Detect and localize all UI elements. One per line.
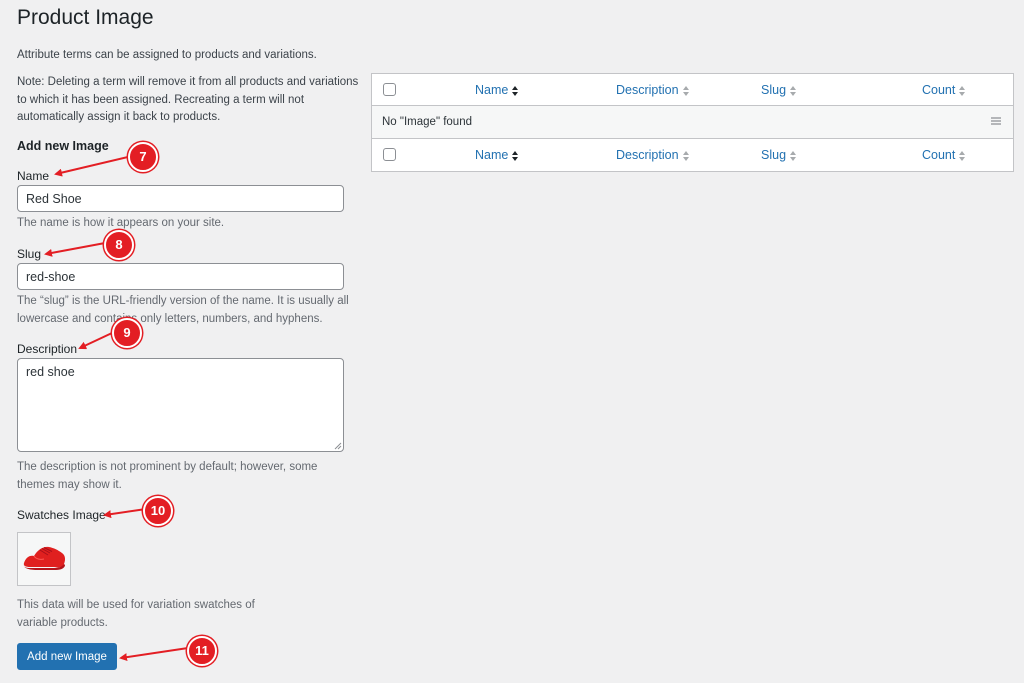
annotation-badge: 11 (187, 636, 217, 666)
column-name-label: Name (475, 83, 509, 97)
note-text: Note: Deleting a term will remove it fro… (17, 76, 359, 123)
page-title: Product Image (17, 6, 154, 29)
description-field[interactable]: red shoe (17, 358, 344, 452)
annotation-badge: 8 (104, 230, 134, 260)
column-count-label: Count (922, 148, 956, 162)
column-count[interactable]: Count (922, 83, 966, 97)
sort-arrows-icon (682, 85, 689, 96)
sort-arrows-icon (959, 85, 966, 96)
swatch-help: This data will be used for variation swa… (17, 599, 255, 629)
table-header-row: Name Description Slug Count (372, 74, 1013, 106)
table-row: No "Image" found (372, 106, 1013, 139)
select-all-checkbox[interactable] (383, 83, 396, 96)
sort-asc-icon (512, 85, 519, 96)
description-help: The description is not prominent by defa… (17, 461, 318, 491)
column-description-footer[interactable]: Description (616, 148, 690, 162)
arrow-9 (78, 332, 113, 350)
arrow-8 (44, 242, 106, 257)
terms-table: Name Description Slug Count No "Image" f… (371, 73, 1014, 172)
arrow-11 (119, 647, 189, 662)
add-new-image-button[interactable]: Add new Image (17, 643, 117, 670)
slug-help: The “slug” is the URL-friendly version o… (17, 295, 349, 325)
annotation-badge: 10 (143, 496, 173, 526)
form-heading: Add new Image (17, 139, 109, 153)
column-name-footer[interactable]: Name (475, 148, 519, 162)
sort-arrows-icon (682, 150, 689, 161)
annotation-badge: 9 (112, 318, 142, 348)
empty-message: No "Image" found (382, 116, 472, 128)
column-slug-footer[interactable]: Slug (761, 148, 797, 162)
description-label: Description (17, 342, 78, 356)
select-all-checkbox-footer[interactable] (383, 148, 396, 161)
slug-label: Slug (17, 247, 42, 261)
sort-asc-icon (512, 150, 519, 161)
slug-field[interactable] (17, 263, 344, 290)
hamburger-icon (991, 117, 1001, 125)
table-footer-row: Name Description Slug Count (372, 139, 1013, 171)
arrow-10 (103, 508, 147, 519)
red-shoe-image (23, 546, 66, 570)
sort-arrows-icon (790, 85, 797, 96)
swatch-label: Swatches Image (17, 508, 106, 522)
name-label: Name (17, 169, 50, 183)
column-slug-label: Slug (761, 148, 787, 162)
column-slug[interactable]: Slug (761, 83, 797, 97)
column-count-footer[interactable]: Count (922, 148, 966, 162)
column-description-label: Description (616, 83, 679, 97)
column-description[interactable]: Description (616, 83, 690, 97)
annotation-badge: 7 (128, 142, 158, 172)
name-field[interactable] (17, 185, 344, 212)
sort-arrows-icon (790, 150, 797, 161)
column-count-label: Count (922, 83, 956, 97)
description-wrap: red shoe (17, 358, 344, 452)
swatch-image[interactable] (17, 532, 71, 586)
column-slug-label: Slug (761, 83, 787, 97)
sort-arrows-icon (959, 150, 966, 161)
column-name[interactable]: Name (475, 83, 519, 97)
resize-grip-icon[interactable] (334, 442, 342, 450)
column-name-label: Name (475, 148, 509, 162)
arrow-7 (54, 156, 129, 177)
column-description-label: Description (616, 148, 679, 162)
intro-text: Attribute terms can be assigned to produ… (17, 49, 317, 61)
